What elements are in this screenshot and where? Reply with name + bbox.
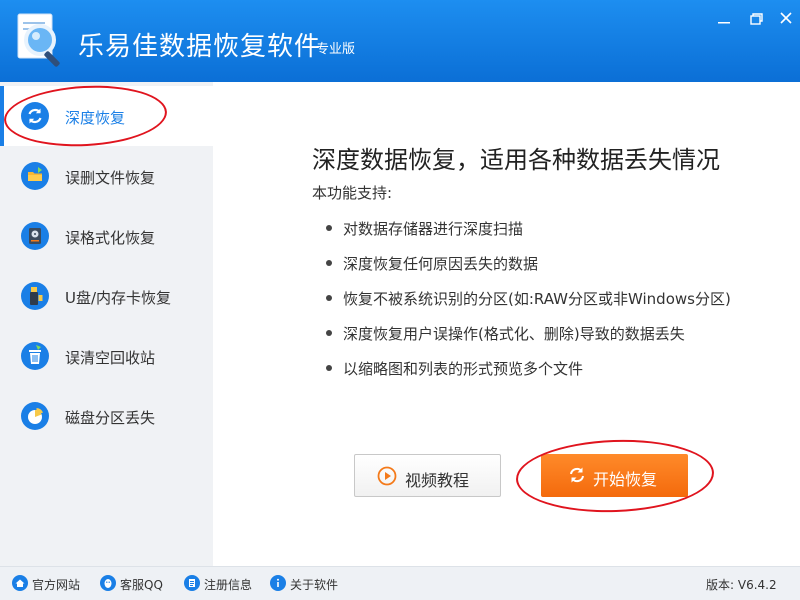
customer-service-qq-link[interactable]: 客服QQ: [100, 575, 170, 593]
feature-text: 以缩略图和列表的形式预览多个文件: [343, 360, 584, 378]
about-software-link[interactable]: 关于软件: [270, 575, 344, 593]
sidebar-item-label: 误清空回收站: [65, 349, 156, 367]
sidebar-item-format-recovery[interactable]: 误格式化恢复: [0, 206, 213, 266]
app-edition: 专业版: [316, 42, 356, 57]
sidebar-item-partition-loss[interactable]: 磁盘分区丢失: [0, 386, 213, 446]
status-link-label: 注册信息: [204, 578, 253, 592]
start-recovery-label: 开始恢复: [593, 470, 658, 489]
status-link-label: 客服QQ: [120, 578, 163, 592]
bullet-icon: [326, 295, 332, 301]
usb-drive-icon: [21, 282, 49, 310]
close-icon[interactable]: [774, 8, 798, 28]
refresh-icon: [570, 467, 584, 483]
feature-text: 对数据存储器进行深度扫描: [343, 220, 524, 238]
start-recovery-button[interactable]: 开始恢复: [541, 454, 688, 497]
recycle-bin-icon: [21, 342, 49, 370]
sidebar-item-label: 误删文件恢复: [65, 169, 156, 187]
video-tutorial-label: 视频教程: [405, 471, 470, 490]
info-icon: [270, 575, 286, 591]
sidebar-item-label: 误格式化恢复: [65, 229, 156, 247]
title-bar: 乐易佳数据恢复软件 专业版: [0, 0, 800, 82]
sidebar-item-label: 磁盘分区丢失: [65, 409, 156, 427]
play-icon: [377, 466, 397, 486]
feature-text: 深度恢复用户误操作(格式化、删除)导致的数据丢失: [343, 325, 685, 343]
active-indicator: [0, 86, 4, 146]
support-label: 本功能支持:: [312, 184, 393, 202]
feature-text: 恢复不被系统识别的分区(如:RAW分区或非Windows分区): [343, 290, 731, 308]
sidebar-item-label: U盘/内存卡恢复: [65, 289, 172, 307]
bullet-icon: [326, 365, 332, 371]
status-bar: 官方网站 客服QQ 注册信息 关于软件 版本: V6.4.2: [0, 566, 800, 600]
hard-disk-icon: [21, 222, 49, 250]
video-tutorial-button[interactable]: 视频教程: [354, 454, 501, 497]
sidebar-item-label: 深度恢复: [65, 109, 126, 127]
minimize-icon[interactable]: [712, 8, 736, 28]
pie-chart-icon: [21, 402, 49, 430]
magnifier-logo-icon: [17, 13, 60, 67]
official-website-link[interactable]: 官方网站: [12, 575, 84, 593]
register-icon: [184, 575, 200, 591]
sidebar-item-deleted-file-recovery[interactable]: 误删文件恢复: [0, 146, 213, 206]
version-label: 版本: V6.4.2: [706, 578, 777, 592]
registration-info-link[interactable]: 注册信息: [184, 575, 258, 593]
bullet-icon: [326, 330, 332, 336]
status-link-label: 官方网站: [32, 578, 81, 592]
feature-text: 深度恢复任何原因丢失的数据: [343, 255, 539, 273]
home-icon: [12, 575, 28, 591]
sidebar-item-usb-card-recovery[interactable]: U盘/内存卡恢复: [0, 266, 213, 326]
refresh-icon: [21, 102, 49, 130]
app-title: 乐易佳数据恢复软件: [78, 32, 322, 62]
bullet-icon: [326, 225, 332, 231]
sidebar-item-recycle-bin-recovery[interactable]: 误清空回收站: [0, 326, 213, 386]
page-title: 深度数据恢复，适用各种数据丢失情况: [312, 146, 720, 174]
maximize-icon[interactable]: [744, 8, 768, 28]
folder-icon: [21, 162, 49, 190]
bullet-icon: [326, 260, 332, 266]
sidebar: 深度恢复 误删文件恢复 误格式化恢复 U盘/内存卡恢复 误清空回收站 磁盘分区丢…: [0, 82, 213, 566]
status-link-label: 关于软件: [290, 578, 339, 592]
sidebar-item-deep-recovery[interactable]: 深度恢复: [0, 86, 213, 146]
qq-icon: [100, 575, 116, 591]
